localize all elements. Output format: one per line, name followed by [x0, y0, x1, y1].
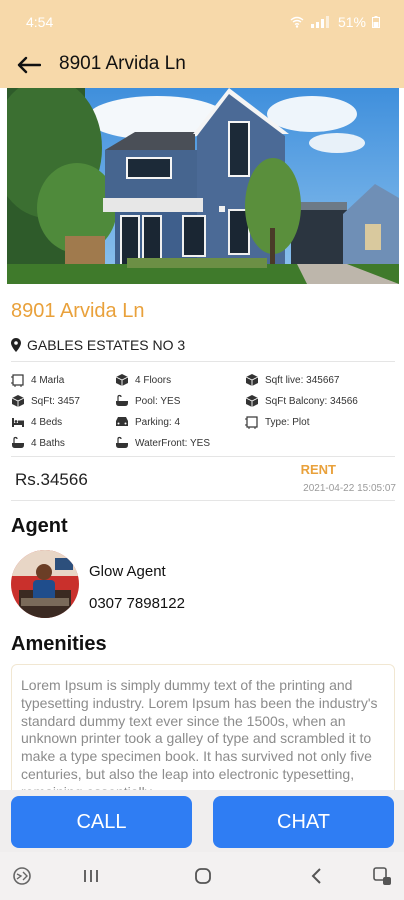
location-label: GABLES ESTATES NO 3 [27, 337, 186, 353]
map-pin-icon [11, 338, 21, 352]
bathtub-icon [116, 394, 128, 406]
recents-icon [84, 870, 98, 882]
battery-icon [372, 16, 380, 28]
feature-label: Parking: 4 [135, 416, 181, 428]
feature-sqft-live: Sqft live: 345667 [245, 373, 340, 387]
system-nav-bar [0, 852, 404, 900]
agent-name: Glow Agent [89, 563, 166, 580]
cube-icon [245, 374, 259, 386]
feature-area: 4 Marla [11, 373, 64, 387]
feature-label: Type: Plot [265, 416, 310, 428]
purpose-badge: RENT [300, 462, 336, 477]
divider [11, 361, 395, 362]
feature-label: SqFt Balcony: 34566 [265, 395, 358, 407]
home-icon [195, 868, 211, 884]
avatar[interactable] [11, 550, 79, 618]
feature-sqft-balcony: SqFt Balcony: 34566 [245, 394, 358, 408]
cube-icon [115, 374, 129, 386]
assistant-icon [13, 867, 31, 885]
feature-label: 4 Marla [31, 374, 65, 386]
divider [11, 456, 395, 457]
area-icon [245, 416, 258, 429]
battery-percent: 51% [337, 14, 366, 30]
agent-heading: Agent [11, 515, 68, 537]
app-bar: 8901 Arvida Ln [0, 44, 404, 88]
amenities-text: Lorem Ipsum is simply dummy text of the … [21, 677, 378, 800]
property-price: Rs.34566 [15, 470, 88, 489]
page-title: 8901 Arvida Ln [59, 53, 186, 74]
feature-waterfront: WaterFront: YES [115, 436, 210, 450]
feature-label: 4 Beds [31, 416, 63, 428]
feature-sqft: SqFt: 3457 [11, 394, 80, 408]
property-location: GABLES ESTATES NO 3 [11, 337, 185, 353]
wifi-icon [290, 16, 304, 28]
header: 4:54 51% 8901 Arvida Ln [0, 0, 404, 88]
arrow-left-icon [17, 56, 41, 74]
chat-button[interactable]: CHAT [213, 796, 394, 848]
bathtub-icon [12, 436, 24, 448]
feature-type: Type: Plot [245, 415, 309, 429]
status-time: 4:54 [26, 14, 54, 30]
agent-phone[interactable]: 0307 7898122 [89, 595, 185, 612]
feature-label: Pool: YES [135, 395, 181, 407]
assistant-button[interactable] [10, 864, 34, 888]
posted-date: 2021-04-22 15:05:07 [303, 483, 396, 494]
property-image[interactable] [7, 88, 399, 284]
feature-label: SqFt: 3457 [31, 395, 80, 407]
feature-pool: Pool: YES [115, 394, 180, 408]
feature-label: WaterFront: YES [135, 437, 211, 449]
property-title: 8901 Arvida Ln [11, 300, 145, 322]
system-back-button[interactable] [305, 864, 329, 888]
screen-toggle-button[interactable] [370, 864, 394, 888]
amenities-heading: Amenities [11, 633, 107, 655]
call-button[interactable]: CALL [11, 796, 192, 848]
screen-icon [373, 867, 391, 885]
cube-icon [11, 395, 25, 407]
recents-button[interactable] [79, 864, 103, 888]
house-illustration [7, 88, 399, 284]
feature-baths: 4 Baths [11, 436, 65, 450]
signal-icon [310, 16, 329, 28]
bathtub-icon [116, 436, 128, 448]
feature-floors: 4 Floors [115, 373, 171, 387]
agent-photo [11, 550, 79, 618]
parking-icon [116, 417, 128, 426]
cube-icon [245, 395, 259, 407]
area-icon [11, 374, 24, 387]
status-icons: 51% [290, 14, 380, 30]
divider [11, 500, 395, 501]
feature-parking: Parking: 4 [115, 415, 180, 429]
feature-label: 4 Baths [31, 437, 65, 449]
back-button[interactable] [14, 50, 44, 80]
home-button[interactable] [191, 864, 215, 888]
feature-label: Sqft live: 345667 [265, 374, 340, 386]
bed-icon [12, 418, 24, 427]
chevron-left-icon [311, 868, 321, 884]
feature-label: 4 Floors [135, 374, 172, 386]
feature-beds: 4 Beds [11, 415, 62, 429]
status-bar: 4:54 51% [0, 0, 404, 44]
